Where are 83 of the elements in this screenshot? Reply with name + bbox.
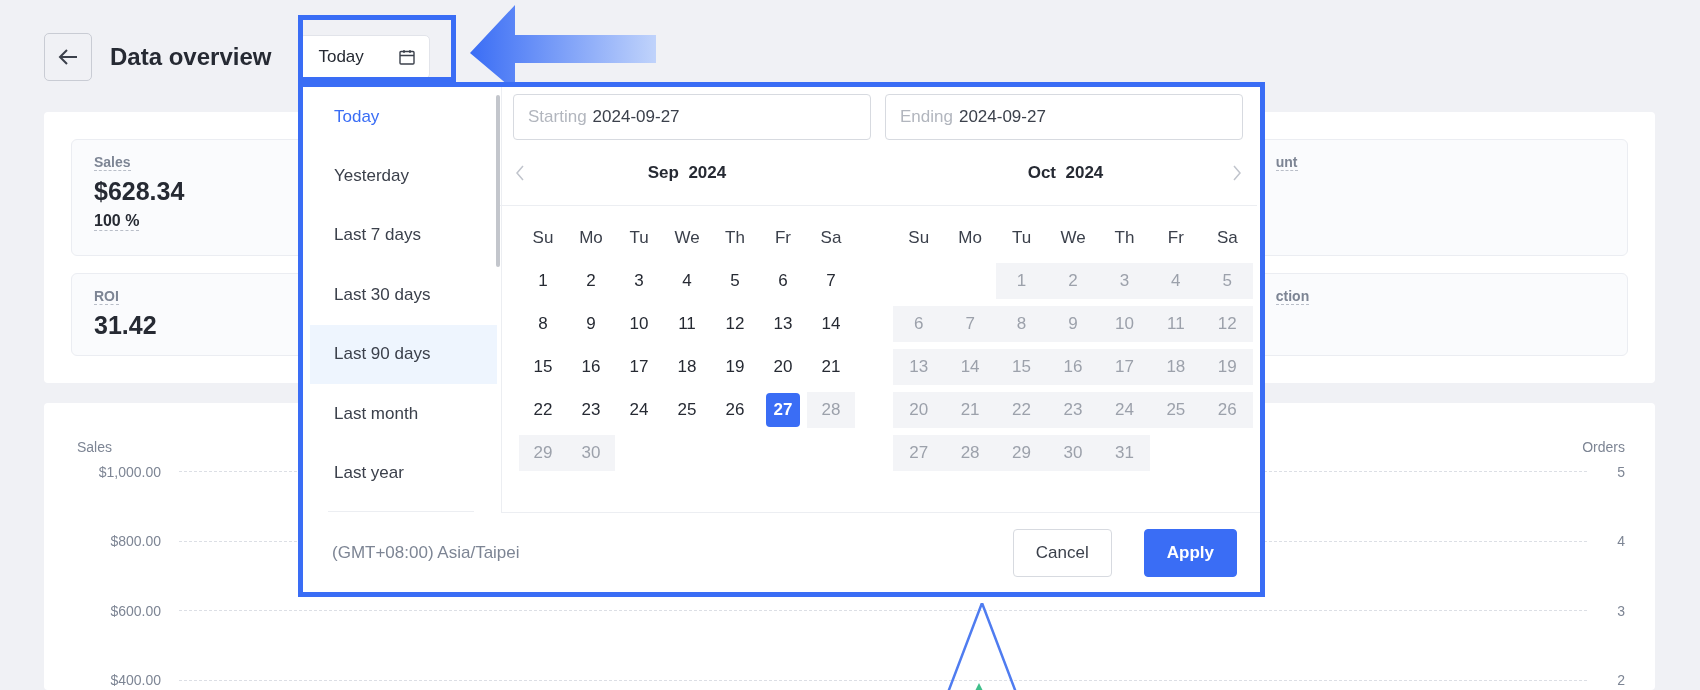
apply-button[interactable]: Apply xyxy=(1143,528,1237,577)
axis-title: Orders xyxy=(1582,439,1625,457)
input-value: 2024-09-27 xyxy=(592,107,680,127)
weekday-label: Sa xyxy=(819,227,843,249)
axis-label: 3 xyxy=(1616,602,1625,619)
calendar-day[interactable]: 17 xyxy=(622,350,656,384)
weekday-label: Th xyxy=(1113,227,1136,249)
weekday-label: We xyxy=(1059,227,1087,249)
weekday-label: Sa xyxy=(1215,227,1239,249)
calendar-day[interactable]: 19 xyxy=(718,350,752,384)
calendar-day[interactable]: 9 xyxy=(574,307,608,341)
next-month-button[interactable] xyxy=(1231,164,1243,182)
calendar-day[interactable]: 10 xyxy=(622,307,656,341)
weekday-label: Tu xyxy=(1010,227,1033,249)
calendar-day[interactable]: 5 xyxy=(718,264,752,298)
stat-value: 31.42 xyxy=(94,311,157,340)
calendar-day[interactable]: 3 xyxy=(622,264,656,298)
date-input-field[interactable]: Ending 2024-09-27 xyxy=(885,94,1243,140)
calendar-day[interactable]: 4 xyxy=(670,264,704,298)
axis-label: 4 xyxy=(1616,533,1625,550)
preset-option[interactable]: Last year xyxy=(310,443,497,503)
calendar-day[interactable]: 25 xyxy=(670,393,704,427)
calendar-day[interactable]: 16 xyxy=(574,350,608,384)
month-title: Oct 2024 xyxy=(1027,162,1104,183)
calendar-day[interactable]: 22 xyxy=(526,393,560,427)
preset-option[interactable]: Yesterday xyxy=(310,146,497,206)
weekday-label: Su xyxy=(531,227,555,249)
stat-label: unt xyxy=(1275,154,1298,171)
calendar-day[interactable]: 2 xyxy=(574,264,608,298)
calendar-day[interactable]: 13 xyxy=(766,307,800,341)
stat-label: Sales xyxy=(94,154,131,171)
calendar-day[interactable]: 12 xyxy=(718,307,752,341)
calendar-day[interactable]: 21 xyxy=(814,350,848,384)
calendar-day[interactable]: 26 xyxy=(718,393,752,427)
axis-label: $800.00 xyxy=(109,533,161,550)
weekday-label: Fr xyxy=(1166,227,1185,249)
preset-option[interactable]: Last 90 days xyxy=(310,324,497,384)
axis-label: 5 xyxy=(1616,463,1625,480)
input-value: 2024-09-27 xyxy=(958,107,1046,127)
page-title: Data overview xyxy=(110,43,272,71)
preset-option[interactable]: Last month xyxy=(310,383,497,444)
calendar-day[interactable]: 23 xyxy=(574,393,608,427)
calendar-day[interactable]: 7 xyxy=(814,264,848,298)
cancel-button[interactable]: Cancel xyxy=(1012,528,1112,577)
calendar-day[interactable]: 11 xyxy=(670,307,704,341)
scrollbar[interactable] xyxy=(496,95,500,267)
stat-percentage: 100 % xyxy=(94,212,140,231)
axis-label: $400.00 xyxy=(109,672,161,689)
calendar-day[interactable]: 20 xyxy=(766,350,800,384)
preset-option[interactable]: Last 30 days xyxy=(310,265,497,325)
preset-option[interactable]: Last 7 days xyxy=(310,205,497,266)
calendar-day[interactable]: 18 xyxy=(670,350,704,384)
stat-value: $628.34 xyxy=(94,177,185,206)
calendar-day[interactable]: 1 xyxy=(526,264,560,298)
weekday-label: Fr xyxy=(773,227,792,249)
timezone-text: (GMT+08:00) Asia/Taipei xyxy=(332,542,520,563)
axis-label: $600.00 xyxy=(109,602,161,619)
weekday-label: Mo xyxy=(578,227,604,249)
calendar-day[interactable]: 8 xyxy=(526,307,560,341)
input-prefix: Ending xyxy=(900,107,953,127)
month-title: Sep 2024 xyxy=(647,162,727,183)
stat-label: ROI xyxy=(94,288,119,305)
calendar-icon xyxy=(399,49,416,65)
weekday-label: Th xyxy=(724,227,746,249)
calendar-day[interactable]: 14 xyxy=(814,307,848,341)
previous-month-button[interactable] xyxy=(514,164,526,182)
weekday-label: We xyxy=(673,227,701,249)
back-arrow-icon xyxy=(58,48,78,66)
weekday-label: Tu xyxy=(628,227,650,249)
axis-label: 2 xyxy=(1616,672,1625,689)
weekday-label: Su xyxy=(907,227,931,249)
calendar-day[interactable]: 27 xyxy=(766,393,800,427)
preset-option[interactable]: Today xyxy=(310,87,497,147)
date-input-field[interactable]: Starting 2024-09-27 xyxy=(513,94,871,140)
axis-label: $1,000.00 xyxy=(97,463,161,480)
calendar-day[interactable]: 6 xyxy=(766,264,800,298)
weekday-label: Mo xyxy=(957,227,983,249)
back-button[interactable] xyxy=(44,33,92,81)
axis-title: Sales xyxy=(77,439,113,457)
input-prefix: Starting xyxy=(528,107,587,127)
calendar-day[interactable]: 15 xyxy=(526,350,560,384)
calendar-day[interactable]: 24 xyxy=(622,393,656,427)
stat-label: ction xyxy=(1275,288,1310,305)
